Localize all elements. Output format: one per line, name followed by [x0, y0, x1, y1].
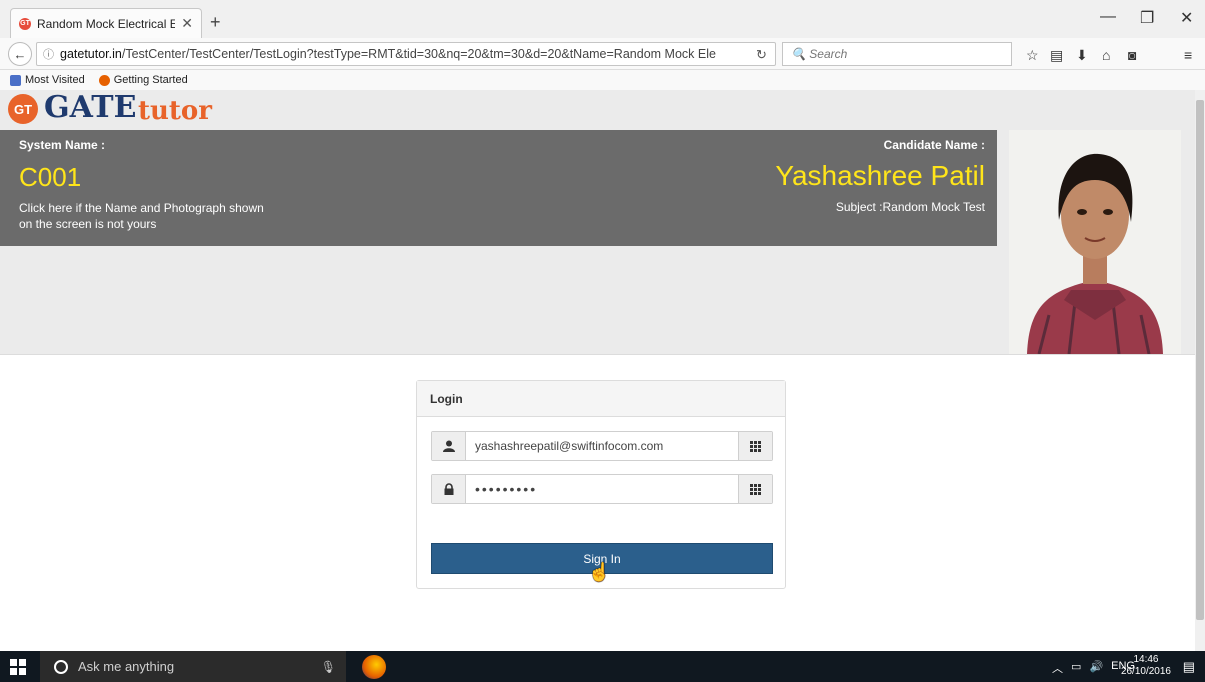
restore-icon[interactable]: ❐: [1140, 8, 1154, 28]
clock[interactable]: 14:46 26/10/2016: [1121, 654, 1171, 678]
candidate-info-panel: System Name : C001 Click here if the Nam…: [0, 130, 997, 246]
windows-start-icon[interactable]: [10, 659, 26, 675]
url-path: /TestCenter/TestCenter/TestLogin?testTyp…: [121, 47, 716, 61]
logo-badge: GT: [8, 94, 38, 124]
system-name-value: C001: [19, 162, 82, 192]
bookmark-star-icon[interactable]: ☆: [1026, 47, 1039, 64]
reload-icon[interactable]: ↻: [756, 47, 767, 63]
divider: [0, 354, 1195, 355]
tab-bar: GT Random Mock Electrical E... ✕ + — ❐ ✕: [0, 0, 1205, 38]
volume-icon[interactable]: 🔊: [1089, 660, 1103, 676]
browser-tab[interactable]: GT Random Mock Electrical E... ✕: [10, 8, 202, 38]
back-button[interactable]: ←: [8, 42, 32, 66]
bookmark-most-visited[interactable]: Most Visited: [10, 74, 85, 86]
bookmark-getting-started[interactable]: Getting Started: [98, 74, 188, 86]
bookmark-label: Most Visited: [25, 74, 85, 86]
close-tab-icon[interactable]: ✕: [181, 15, 193, 32]
windows-taskbar: Ask me anything 🎙 ︿ ▭ 🔊 ENG 14:46 26/10/…: [0, 651, 1205, 682]
subject-label: Subject :Random Mock Test: [835, 200, 985, 214]
lock-icon: [432, 475, 466, 503]
cortana-search[interactable]: Ask me anything 🎙: [40, 651, 346, 682]
header-band: [0, 246, 997, 354]
keyboard-icon[interactable]: [738, 432, 772, 460]
candidate-name-value: Yashashree Patil: [775, 160, 985, 191]
page-content: GT GATE tutor System Name : C001 Click h…: [0, 90, 1195, 651]
login-heading: Login: [417, 381, 785, 417]
new-tab-button[interactable]: +: [210, 12, 221, 33]
hand-cursor-icon: ☝: [588, 562, 611, 582]
search-input[interactable]: 🔍 Search: [782, 42, 1012, 66]
chevron-up-icon[interactable]: ︿: [1052, 660, 1063, 676]
cortana-circle-icon: [54, 659, 68, 674]
system-name-label: System Name :: [19, 138, 106, 152]
candidate-photo: [1009, 130, 1181, 354]
menu-icon[interactable]: ≡: [1184, 47, 1192, 63]
firefox-icon: [98, 74, 110, 86]
folder-icon: [10, 74, 21, 86]
user-icon: [432, 432, 466, 460]
password-field[interactable]: [466, 475, 738, 503]
pocket-icon[interactable]: ◙: [1128, 47, 1136, 63]
candidate-name-label: Candidate Name :: [883, 138, 985, 152]
close-window-icon[interactable]: ✕: [1180, 8, 1193, 28]
logo-tutor-text: tutor: [138, 96, 212, 126]
photo-frame: [997, 130, 1195, 354]
microphone-icon[interactable]: 🎙: [321, 660, 336, 674]
reading-list-icon[interactable]: ▤: [1050, 47, 1063, 64]
download-icon[interactable]: ⬇: [1076, 47, 1088, 64]
keyboard-icon[interactable]: [738, 475, 772, 503]
notifications-icon[interactable]: ▤: [1183, 659, 1195, 675]
address-bar[interactable]: ⓘ gatetutor.in/TestCenter/TestCenter/Tes…: [36, 42, 776, 66]
navigation-bar: ← ⓘ gatetutor.in/TestCenter/TestCenter/T…: [0, 38, 1205, 70]
network-icon[interactable]: ▭: [1071, 660, 1081, 676]
username-group: [431, 431, 773, 461]
home-icon[interactable]: ⌂: [1102, 47, 1110, 63]
bookmarks-toolbar: Most Visited Getting Started: [0, 70, 1205, 90]
username-field[interactable]: [466, 432, 738, 460]
tab-title: Random Mock Electrical E...: [37, 16, 176, 31]
search-placeholder: Search: [809, 47, 848, 61]
minimize-icon[interactable]: —: [1100, 8, 1116, 26]
clock-date: 26/10/2016: [1120, 666, 1171, 677]
logo-bar: GT GATE tutor: [0, 90, 1195, 130]
info-icon[interactable]: ⓘ: [43, 46, 54, 62]
password-group: [431, 474, 773, 504]
bookmark-label: Getting Started: [113, 74, 188, 86]
login-panel: Login Sign In: [416, 380, 786, 589]
not-yours-link[interactable]: Click here if the Name and Photograph sh…: [19, 200, 279, 232]
url-domain: gatetutor.in: [60, 47, 122, 61]
cortana-placeholder: Ask me anything: [78, 659, 175, 674]
page-scrollbar[interactable]: [1195, 90, 1205, 651]
site-favicon-icon: GT: [19, 17, 31, 30]
clock-time: 14:46: [1133, 654, 1159, 665]
scrollbar-thumb[interactable]: [1196, 100, 1204, 620]
firefox-taskbar-icon[interactable]: [362, 655, 386, 679]
logo-gate-text: GATE: [44, 90, 137, 125]
